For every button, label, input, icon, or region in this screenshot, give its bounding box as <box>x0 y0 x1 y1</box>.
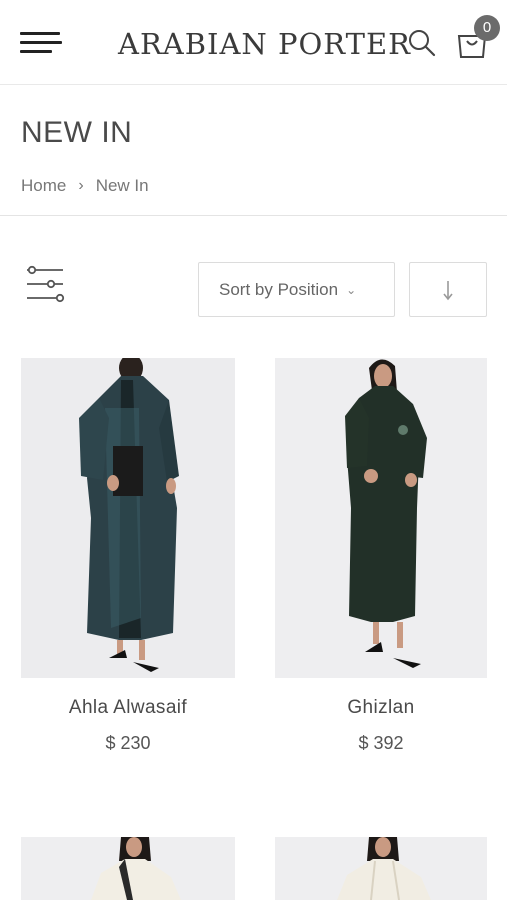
brand-logo[interactable]: ARABIAN PORTER <box>118 24 410 64</box>
divider <box>0 215 507 216</box>
product-image[interactable] <box>275 837 487 900</box>
breadcrumb-current: New In <box>95 176 149 195</box>
product-card[interactable] <box>275 837 487 900</box>
menu-line <box>20 32 60 35</box>
sort-dropdown[interactable]: Sort by Position ⌄ <box>198 262 395 317</box>
product-image[interactable] <box>275 358 487 678</box>
sort-label: Sort by Position <box>219 279 339 299</box>
product-name[interactable]: Ghizlan <box>275 697 487 719</box>
product-card[interactable] <box>21 837 235 900</box>
filter-sliders-icon[interactable] <box>25 264 67 306</box>
product-price: $ 230 <box>105 733 151 753</box>
search-icon[interactable] <box>407 28 437 58</box>
menu-line <box>20 50 52 53</box>
menu-icon[interactable] <box>20 32 62 54</box>
sort-direction-button[interactable] <box>409 262 487 317</box>
cart-count-badge: 0 <box>474 15 500 41</box>
menu-line <box>20 41 62 44</box>
breadcrumb: Home › New In <box>21 176 149 196</box>
arrow-down-icon <box>443 280 453 300</box>
product-image[interactable] <box>21 837 235 900</box>
site-header: ARABIAN PORTER 0 <box>0 0 507 85</box>
product-price: $ 392 <box>358 733 404 753</box>
product-card[interactable]: Ahla Alwasaif $ 230 <box>21 358 235 754</box>
breadcrumb-home-link[interactable]: Home <box>21 176 66 196</box>
product-card[interactable]: Ghizlan $ 392 <box>275 358 487 754</box>
product-name[interactable]: Ahla Alwasaif <box>21 697 235 719</box>
chevron-down-icon: ⌄ <box>346 282 357 297</box>
breadcrumb-separator: › <box>78 177 84 194</box>
page-title: NEW IN <box>21 116 133 149</box>
product-image[interactable] <box>21 358 235 678</box>
